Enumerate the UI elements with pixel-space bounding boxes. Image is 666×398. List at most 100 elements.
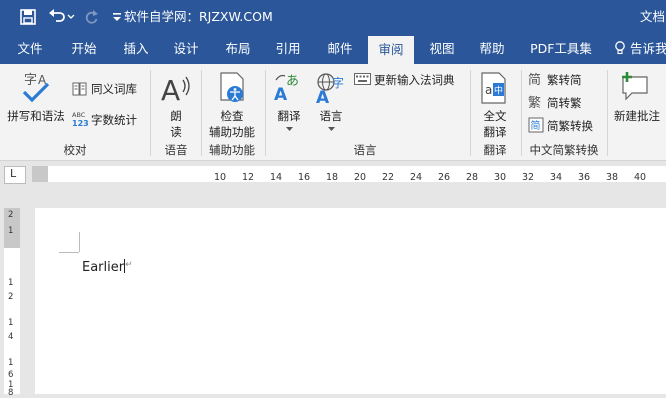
trad-to-simp-label: 繁转简	[547, 73, 582, 87]
save-button[interactable]	[14, 0, 42, 34]
svg-text:a: a	[485, 83, 492, 97]
ruler-label: 20	[354, 172, 367, 183]
title-bar: 软件自学网：RJZXW.COM 文档	[0, 0, 666, 34]
horizontal-ruler[interactable]: 10 12 14 16 18 20 22 24 26 28 30 32 34 3…	[48, 166, 666, 183]
tab-references[interactable]: 引用	[266, 34, 310, 64]
check-accessibility-label-1: 检查	[220, 109, 244, 123]
tab-file[interactable]: 文件	[8, 34, 52, 64]
simp-to-trad-button[interactable]: 繁 简转繁	[528, 93, 604, 113]
ribbon-review: 字 A 拼写和语法 同义词库 ABC 123 字数统计 校对 A 朗 读 语音	[0, 64, 666, 161]
svg-text:A: A	[316, 88, 330, 104]
ruler-label: 30	[494, 172, 507, 183]
tab-design[interactable]: 设计	[164, 34, 208, 64]
check-accessibility-label-2: 辅助功能	[209, 125, 255, 139]
read-aloud-label-1: 朗	[170, 109, 182, 123]
read-aloud-button[interactable]: A 朗 读	[155, 68, 197, 139]
vruler-label: 1	[8, 318, 14, 328]
vruler-label: 2	[8, 292, 14, 302]
new-comment-label: 新建批注	[614, 109, 660, 123]
margin-corner-mark	[59, 252, 79, 253]
vruler-label: 1	[8, 278, 14, 288]
ruler-label: 18	[326, 172, 339, 183]
svg-text:简: 简	[528, 72, 541, 87]
qat-customize-button[interactable]	[110, 0, 124, 34]
vruler-label: 8	[8, 388, 14, 398]
tab-stop-selector[interactable]: L	[4, 166, 26, 184]
update-ime-dictionary-button[interactable]: 更新输入法词典	[354, 70, 462, 90]
margin-corner-mark	[79, 232, 80, 252]
simp-to-trad-icon: 繁	[528, 95, 541, 110]
tab-review[interactable]: 审阅	[368, 36, 414, 64]
vruler-label: 1	[8, 226, 14, 236]
vruler-label: 1	[8, 358, 14, 368]
svg-text:ABC: ABC	[72, 111, 86, 119]
document-title: 软件自学网：RJZXW.COM	[124, 9, 273, 24]
svg-text:繁: 繁	[528, 95, 541, 110]
ruler-label: 16	[298, 172, 311, 183]
ruler-label: 36	[578, 172, 591, 183]
simp-trad-conversion-label: 简繁转换	[547, 119, 593, 133]
document-page[interactable]	[35, 208, 666, 394]
full-translate-label-2: 翻译	[483, 125, 507, 139]
language-group-label: 语言	[353, 143, 377, 157]
trad-to-simp-button[interactable]: 简 繁转简	[528, 70, 604, 90]
accessibility-check-icon	[220, 72, 244, 102]
language-icon: 字 A	[316, 73, 344, 104]
document-text[interactable]: Earlier↵	[82, 259, 133, 275]
ruler-margin	[32, 166, 48, 182]
new-comment-button[interactable]: 新建批注	[610, 68, 664, 128]
ruler-label: 24	[410, 172, 423, 183]
keyboard-icon	[354, 73, 371, 85]
save-icon	[20, 9, 36, 25]
tab-help[interactable]: 帮助	[470, 34, 514, 64]
simp-trad-conversion-button[interactable]: 简 简繁转换	[528, 116, 604, 136]
vertical-ruler[interactable]: 2 1 1 2 1 4 1 6 1 8	[4, 208, 20, 398]
conversion-icon: 简	[528, 117, 544, 133]
new-comment-icon	[622, 72, 648, 101]
undo-icon	[48, 9, 65, 22]
svg-text:中: 中	[494, 85, 503, 97]
document-text-content: Earlier	[82, 260, 125, 275]
word-count-button[interactable]: ABC 123 字数统计	[72, 110, 144, 130]
thesaurus-button[interactable]: 同义词库	[72, 80, 144, 100]
spelling-grammar-button[interactable]: 字 A 拼写和语法	[4, 68, 68, 126]
translate-icon: あ A	[274, 74, 299, 104]
group-separator	[470, 70, 471, 156]
group-separator	[201, 70, 202, 156]
tell-me-search[interactable]: 告诉我	[614, 34, 666, 64]
ruler-label: 22	[382, 172, 395, 183]
tab-home[interactable]: 开始	[62, 34, 106, 64]
undo-button[interactable]	[46, 0, 76, 34]
full-text-translate-button[interactable]: a 中 全文 翻译	[474, 68, 516, 139]
proofing-group-label: 校对	[63, 143, 87, 157]
tab-mailings[interactable]: 邮件	[318, 34, 362, 64]
svg-text:字: 字	[24, 73, 37, 88]
svg-text:字: 字	[332, 75, 344, 90]
spelling-grammar-label: 拼写和语法	[7, 109, 65, 123]
ribbon-tabs: 文件 开始 插入 设计 布局 引用 邮件 审阅 视图 帮助 PDF工具集 告诉我	[0, 34, 666, 64]
translate-button[interactable]: あ A 翻译	[270, 68, 308, 138]
speech-group-label: 语音	[164, 143, 188, 157]
title-right-text: 文档	[640, 9, 666, 24]
word-count-icon: ABC 123	[72, 111, 89, 128]
tab-view[interactable]: 视图	[420, 34, 464, 64]
svg-text:123: 123	[72, 119, 89, 128]
ruler-label: 28	[466, 172, 479, 183]
thesaurus-label: 同义词库	[91, 82, 137, 96]
redo-button[interactable]	[80, 0, 104, 34]
tab-layout[interactable]: 布局	[216, 34, 260, 64]
spelling-check-icon: 字 A	[22, 73, 50, 103]
language-label: 语言	[319, 109, 343, 123]
language-button[interactable]: 字 A 语言	[312, 68, 350, 138]
check-accessibility-button[interactable]: 检查 辅助功能	[204, 68, 260, 139]
ruler-label: 40	[634, 172, 647, 183]
tab-pdf-tools[interactable]: PDF工具集	[524, 34, 598, 64]
tab-insert[interactable]: 插入	[114, 34, 158, 64]
full-translate-icon: a 中	[481, 72, 506, 104]
chinese-conversion-group-label: 中文简繁转换	[529, 143, 599, 157]
ruler-label: 14	[270, 172, 283, 183]
ruler-label: 34	[550, 172, 563, 183]
paragraph-mark-icon: ↵	[125, 260, 133, 270]
vruler-label: 2	[8, 210, 14, 220]
translation-group-label: 翻译	[483, 143, 507, 157]
